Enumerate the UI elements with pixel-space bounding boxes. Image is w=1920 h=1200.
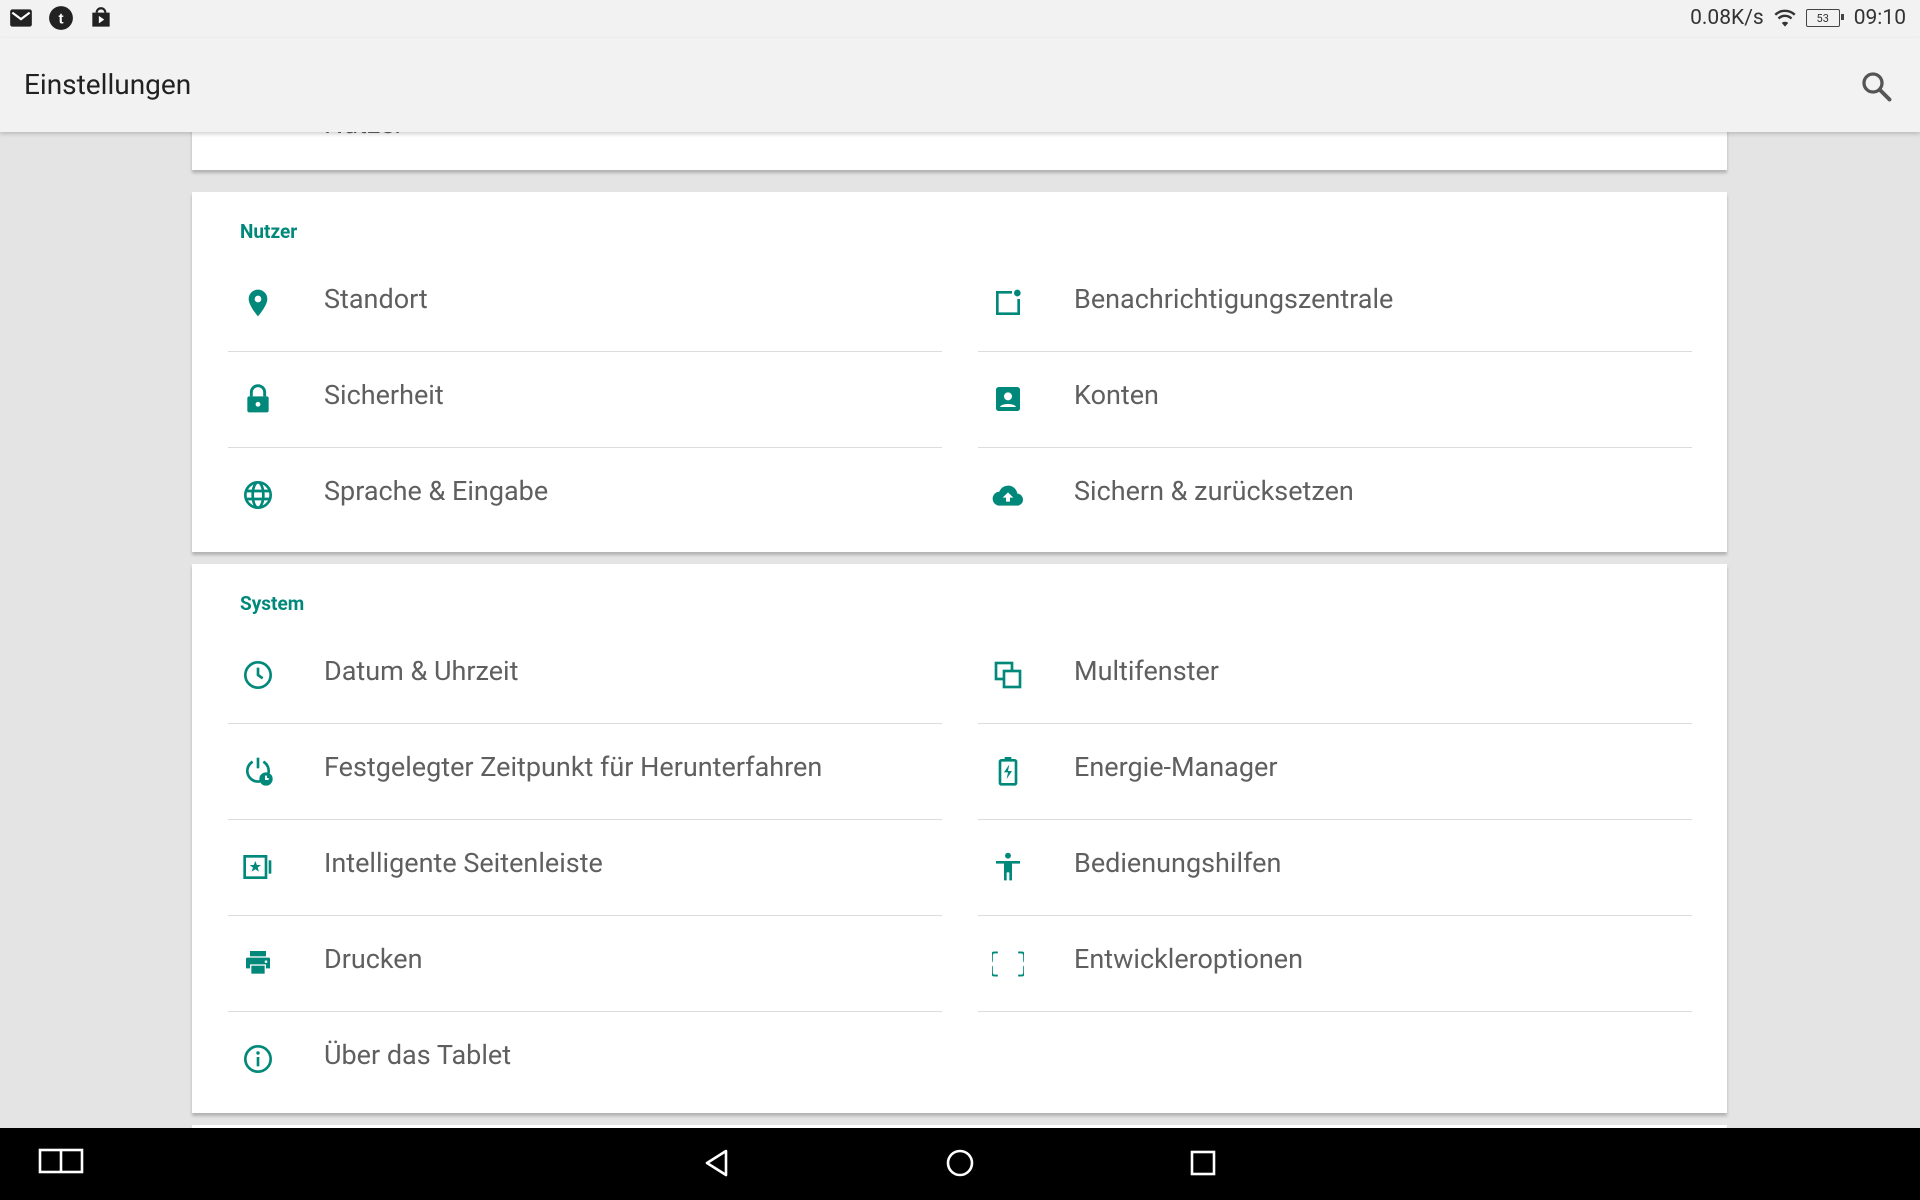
recents-icon[interactable] (1186, 1146, 1220, 1180)
notification-center-icon (996, 289, 1021, 315)
net-speed: 0.08K/s (1690, 6, 1764, 30)
page-title: Einstellungen (24, 68, 192, 101)
settings-item-label: Sprache & Eingabe (324, 475, 549, 507)
settings-item-energie-manager[interactable]: Energie-Manager (978, 723, 1692, 820)
back-icon[interactable] (700, 1146, 734, 1180)
wifi-icon (1774, 9, 1796, 27)
settings-item-label: Konten (1074, 379, 1159, 411)
multiwindow-icon (994, 661, 1022, 689)
settings-item-label: Bedienungshilfen (1074, 847, 1282, 879)
settings-item-label: Entwickleroptionen (1074, 943, 1304, 975)
clock: 09:10 (1853, 6, 1906, 30)
settings-item-label: Sicherheit (324, 379, 444, 411)
status-bar: t 0.08K/s 53 09:10 (0, 0, 1920, 38)
cloud-upload-icon (992, 485, 1024, 506)
navigation-bar (0, 1128, 1920, 1200)
battery-indicator: 53 (1805, 9, 1844, 27)
tumblr-icon: t (49, 6, 73, 30)
globe-icon (244, 481, 272, 509)
settings-item-sicherheit[interactable]: Sicherheit (228, 351, 942, 448)
lock-icon (247, 384, 269, 413)
search-icon[interactable] (1858, 68, 1894, 104)
svg-text:t: t (58, 10, 63, 27)
battery-level: 53 (1816, 11, 1829, 25)
settings-item-label: Energie-Manager (1074, 751, 1278, 783)
settings-item-label: Standort (324, 283, 428, 315)
settings-item-standort[interactable]: Standort (228, 255, 942, 352)
scheduled-power-icon (246, 757, 273, 786)
section-title: Nutzer (240, 220, 298, 243)
previous-item-label[interactable]: Nutzer (324, 132, 404, 140)
previous-card: Nutzer (192, 132, 1727, 170)
settings-item-konten[interactable]: Konten (978, 351, 1692, 448)
settings-list[interactable]: Nutzer Nutzer Standort Benachrichtigungs… (0, 132, 1920, 1128)
home-icon[interactable] (943, 1146, 977, 1180)
notification-icons: t (8, 5, 114, 31)
settings-item-drucken[interactable]: Drucken (228, 915, 942, 1012)
settings-item-entwickleroptionen[interactable]: { } Entwickleroptionen (978, 915, 1692, 1012)
section-system: System Datum & Uhrzeit Multifenster Fest… (192, 564, 1727, 1113)
settings-item-label: Festgelegter Zeitpunkt für Herunterfahre… (324, 751, 823, 783)
gmail-icon (10, 9, 32, 27)
code-braces-icon: { } (992, 950, 1024, 979)
svg-text:{ }: { } (992, 950, 1024, 979)
play-store-icon (92, 7, 110, 27)
settings-item-benachrichtigungszentrale[interactable]: Benachrichtigungszentrale (978, 255, 1692, 352)
settings-item-sichern-zuruecksetzen[interactable]: Sichern & zurücksetzen (978, 447, 1692, 543)
settings-item-label: Datum & Uhrzeit (324, 655, 519, 687)
clock-icon (244, 661, 272, 689)
settings-item-label: Benachrichtigungszentrale (1074, 283, 1394, 315)
printer-icon (246, 951, 270, 974)
settings-item-herunterfahren[interactable]: Festgelegter Zeitpunkt für Herunterfahre… (228, 723, 942, 820)
info-icon (244, 1045, 272, 1073)
settings-item-sprache-eingabe[interactable]: Sprache & Eingabe (228, 447, 942, 543)
app-bar: Einstellungen (0, 38, 1920, 132)
settings-item-label: Multifenster (1074, 655, 1219, 687)
settings-item-seitenleiste[interactable]: Intelligente Seitenleiste (228, 819, 942, 916)
settings-item-ueber-tablet[interactable]: Über das Tablet (228, 1011, 942, 1107)
section-nutzer: Nutzer Standort Benachrichtigungszentral… (192, 192, 1727, 552)
split-screen-icon[interactable] (38, 1146, 84, 1176)
settings-item-label: Sichern & zurücksetzen (1074, 475, 1354, 507)
settings-item-label: Über das Tablet (324, 1039, 512, 1071)
accessibility-icon (996, 852, 1020, 881)
battery-charging-icon (998, 757, 1018, 786)
settings-item-bedienungshilfen[interactable]: Bedienungshilfen (978, 819, 1692, 916)
location-icon (248, 289, 268, 317)
settings-item-label: Drucken (324, 943, 423, 975)
section-title: System (240, 592, 305, 615)
account-icon (996, 387, 1020, 411)
smart-sidebar-icon (243, 855, 272, 879)
settings-item-label: Intelligente Seitenleiste (324, 847, 603, 879)
settings-item-multifenster[interactable]: Multifenster (978, 627, 1692, 724)
settings-item-datum-uhrzeit[interactable]: Datum & Uhrzeit (228, 627, 942, 724)
